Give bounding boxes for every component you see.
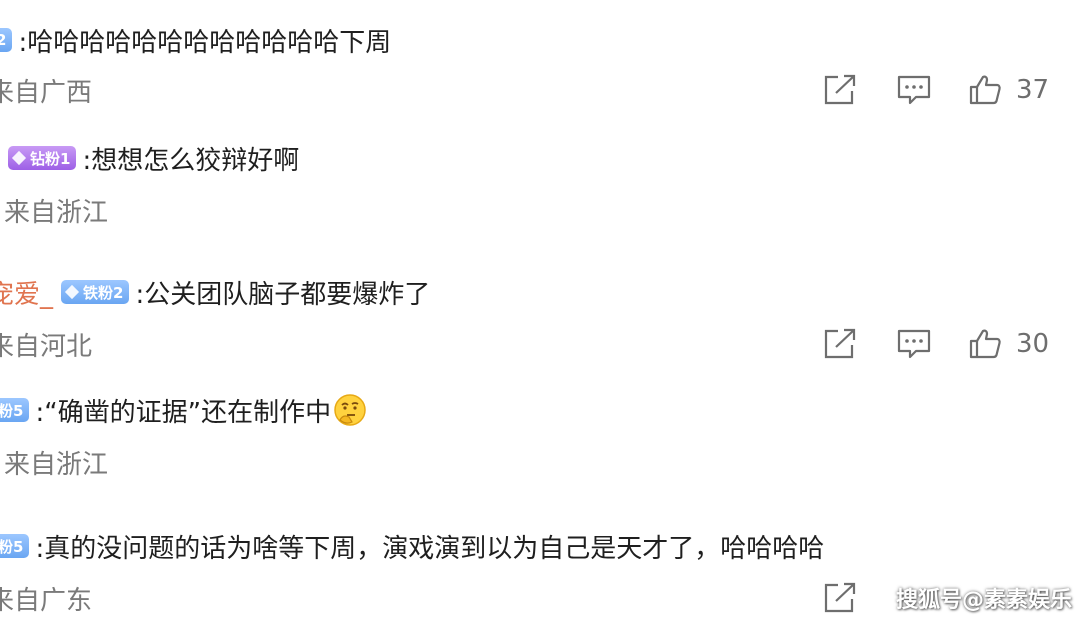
like-count: 30 — [1016, 329, 1050, 359]
fan-badge[interactable]: 钻粉1 — [8, 146, 77, 170]
comment-text-row: 宠爱_ 铁粉2 :公关团队脑子都要爆炸了 — [0, 272, 430, 312]
share-icon[interactable] — [822, 582, 858, 618]
fan-badge[interactable]: 铁粉2 — [61, 280, 130, 304]
comment-actions: 30 — [820, 324, 1060, 364]
comment-text-row: 粉5 :“确凿的证据”还在制作中 — [0, 390, 367, 430]
comment-location: 来自浙江 — [4, 197, 109, 228]
comment-text: :真的没问题的话为啥等下周，演戏演到以为自己是天才了，哈哈哈哈 — [35, 533, 825, 564]
location-row: 来自浙江 — [4, 442, 108, 482]
comment-actions: 37 — [820, 70, 1060, 110]
comment-icon[interactable] — [896, 328, 932, 364]
fan-badge-label: 钻粉1 — [30, 149, 71, 168]
comment-text-row: 钻粉1 :想想怎么狡辩好啊 — [8, 138, 299, 178]
comment-text: :“确凿的证据”还在制作中 — [35, 397, 332, 428]
thinking-face-emoji — [333, 393, 367, 427]
comment-location: 来自浙江 — [4, 449, 109, 480]
comment-location: 来自广西 — [0, 77, 93, 108]
location-row: 来自浙江 — [4, 190, 108, 230]
like-count: 37 — [1016, 75, 1050, 105]
comment-text-row: 粉5 :真的没问题的话为啥等下周，演戏演到以为自己是天才了，哈哈哈哈 — [0, 526, 824, 566]
share-icon[interactable] — [822, 328, 858, 364]
fan-badge-label: 铁粉2 — [83, 283, 124, 302]
location-row: 来自广西 — [0, 70, 92, 110]
thumbs-up-icon[interactable] — [968, 74, 1002, 110]
comment-location: 来自河北 — [0, 331, 93, 362]
comment-text: :公关团队脑子都要爆炸了 — [135, 279, 431, 310]
comment-text-row: 2 :哈哈哈哈哈哈哈哈哈哈哈哈下周 — [0, 20, 391, 60]
comment-username[interactable]: 宠爱_ — [0, 274, 53, 311]
comment-text: :哈哈哈哈哈哈哈哈哈哈哈哈下周 — [18, 27, 392, 58]
comment-text: :想想怎么狡辩好啊 — [82, 145, 300, 176]
fan-badge[interactable]: 2 — [0, 28, 13, 52]
fan-badge[interactable]: 粉5 — [0, 534, 30, 558]
share-icon[interactable] — [822, 74, 858, 110]
diamond-icon — [64, 284, 80, 300]
comment-icon[interactable] — [896, 74, 932, 110]
comment-location: 来自广东 — [0, 585, 93, 616]
thumbs-up-icon[interactable] — [968, 328, 1002, 364]
source-watermark: 搜狐号@素素娱乐 — [896, 588, 1073, 613]
diamond-icon — [11, 150, 27, 166]
location-row: 来自河北 — [0, 324, 92, 364]
location-row: 来自广东 — [0, 578, 92, 618]
fan-badge[interactable]: 粉5 — [0, 398, 30, 422]
